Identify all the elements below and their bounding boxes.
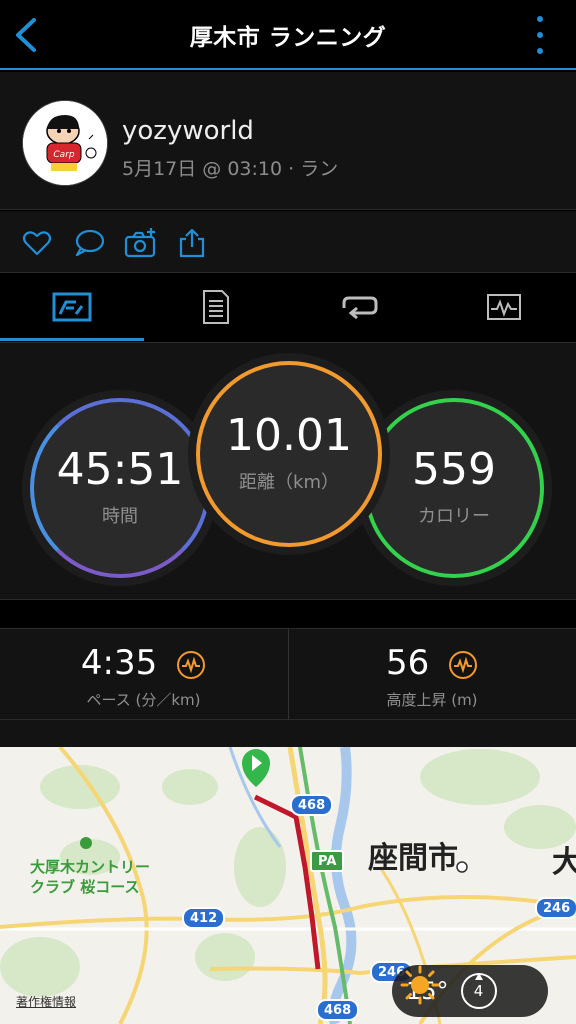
route-412-badge: 412 xyxy=(182,907,226,929)
city-label: 座間市 xyxy=(368,841,458,876)
document-list-icon xyxy=(203,290,229,324)
activity-tabs xyxy=(0,273,576,341)
tab-charts[interactable] xyxy=(432,273,576,341)
dot-icon xyxy=(537,16,543,22)
tab-overview[interactable] xyxy=(0,273,144,341)
section-spacer xyxy=(0,720,576,747)
chart-graph-icon xyxy=(487,294,521,320)
elevation-chart-icon xyxy=(449,650,478,679)
share-button[interactable] xyxy=(176,227,208,259)
activity-date: 5月17日 @ 03:10 · ラン xyxy=(122,158,339,180)
calories-label: カロリー xyxy=(418,506,490,527)
distance-label: 距離（km） xyxy=(239,472,339,493)
calories-stat: 559 カロリー xyxy=(364,398,544,578)
copyright-link[interactable]: 著作権情報 xyxy=(16,993,76,1010)
wind-speed: 4 xyxy=(473,982,484,1000)
tab-details[interactable] xyxy=(144,273,288,341)
svg-text:Carp: Carp xyxy=(53,150,74,160)
wind-indicator: 4 xyxy=(459,971,499,1011)
more-options-button[interactable] xyxy=(534,16,546,54)
weather-badge[interactable]: 15° 4 xyxy=(392,965,548,1017)
pace-label: ペース (分／km) xyxy=(86,691,201,709)
heart-icon xyxy=(22,231,52,256)
elevation-value: 56 xyxy=(385,643,430,683)
stats-overview-icon xyxy=(52,292,92,322)
pace-chart-icon xyxy=(177,650,206,679)
time-value: 45:51 xyxy=(56,444,184,495)
golf-course-label-2: クラブ 桜コース xyxy=(30,878,140,896)
parking-area-badge: PA xyxy=(310,850,345,872)
dot-icon xyxy=(537,48,543,54)
summary-stats: 45:51 時間 559 カロリー 10.01 距離（km） xyxy=(0,342,576,600)
start-pin-icon xyxy=(242,749,270,787)
social-actions xyxy=(0,211,576,273)
pace-metric[interactable]: 4:35 ペース (分／km) xyxy=(0,629,287,721)
route-468-badge-2: 468 xyxy=(316,999,360,1021)
route-468-badge: 468 xyxy=(290,794,334,816)
camera-plus-icon xyxy=(124,228,156,258)
activity-owner: Carp yozyworld 5月17日 @ 03:10 · ラン xyxy=(0,72,576,210)
share-icon xyxy=(179,228,205,258)
page-title: 厚木市 ランニング xyxy=(189,25,387,51)
elevation-label: 高度上昇 (m) xyxy=(386,691,478,709)
avatar[interactable]: Carp xyxy=(22,100,108,186)
metrics-row: 4:35 ペース (分／km) 56 高度上昇 (m) xyxy=(0,628,576,721)
app-header: 厚木市 ランニング xyxy=(0,0,576,70)
route-map[interactable]: 468 412 246 246 468 PA 大厚木カントリー クラブ 桜コース… xyxy=(0,747,576,1024)
sun-icon xyxy=(400,965,440,1005)
golf-course-label-1: 大厚木カントリー xyxy=(30,858,151,876)
tab-laps[interactable] xyxy=(288,273,432,341)
time-label: 時間 xyxy=(102,506,138,527)
distance-stat: 10.01 距離（km） xyxy=(196,361,382,547)
city-label-partial: 大 xyxy=(552,845,576,880)
avatar-image-icon: Carp xyxy=(23,101,107,185)
calories-value: 559 xyxy=(412,444,496,495)
distance-value: 10.01 xyxy=(226,410,352,461)
elevation-metric[interactable]: 56 高度上昇 (m) xyxy=(288,629,575,721)
laps-loop-icon xyxy=(342,296,378,320)
comment-button[interactable] xyxy=(73,227,105,259)
time-stat: 45:51 時間 xyxy=(30,398,210,578)
username[interactable]: yozyworld xyxy=(122,116,254,146)
like-button[interactable] xyxy=(21,227,53,259)
pace-value: 4:35 xyxy=(80,643,158,683)
add-photo-button[interactable] xyxy=(124,227,156,259)
comment-bubble-icon xyxy=(75,229,105,257)
route-246-badge: 246 xyxy=(535,897,576,919)
dot-icon xyxy=(537,32,543,38)
